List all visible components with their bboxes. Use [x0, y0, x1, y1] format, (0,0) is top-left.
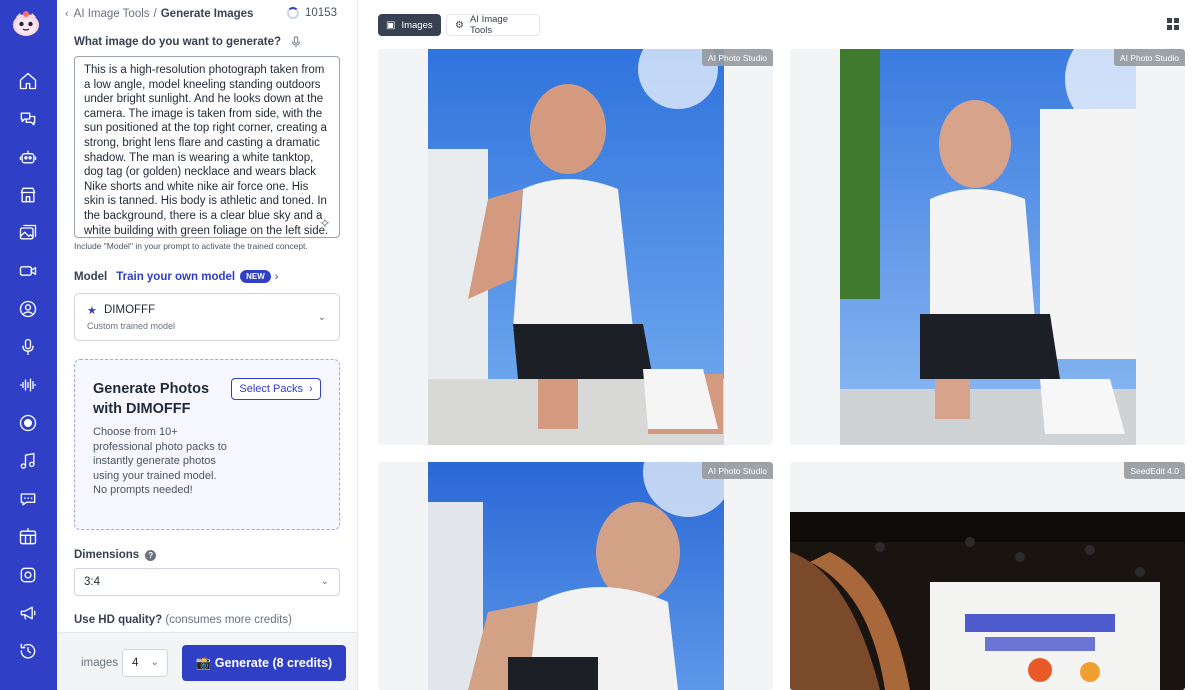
- dimensions-label: Dimensions: [74, 549, 140, 561]
- microphone-icon[interactable]: [17, 336, 39, 358]
- generate-button[interactable]: 📸 Generate (8 credits): [182, 645, 346, 681]
- generated-photo: [790, 512, 1185, 690]
- new-badge: NEW: [240, 270, 271, 283]
- breadcrumb-parent[interactable]: AI Image Tools: [74, 8, 150, 20]
- prompt-label-row: What image do you want to generate?: [74, 35, 303, 49]
- video-icon[interactable]: [17, 260, 39, 282]
- back-chevron-icon[interactable]: ‹: [65, 8, 69, 20]
- train-model-link[interactable]: Train your own model: [116, 271, 235, 283]
- chevron-down-icon: ⌄: [320, 576, 329, 587]
- image-icon: ▣: [386, 19, 396, 31]
- loading-spinner-icon: [287, 7, 299, 19]
- help-icon[interactable]: ?: [145, 549, 157, 561]
- generated-photo: [428, 49, 724, 445]
- promo-description: Choose from 10+ professional photo packs…: [93, 426, 227, 497]
- chat-icon[interactable]: [17, 108, 39, 130]
- generated-photo: [840, 49, 1136, 445]
- store-icon[interactable]: [17, 184, 39, 206]
- select-packs-button[interactable]: Select Packs ›: [231, 378, 321, 400]
- tab-images-label: Images: [401, 19, 433, 31]
- enhance-prompt-sparkle-icon[interactable]: ✧: [319, 215, 331, 232]
- app-root: ‹ AI Image Tools / Generate Images 10153…: [0, 0, 1199, 690]
- generate-panel: ‹ AI Image Tools / Generate Images 10153…: [57, 0, 358, 690]
- gallery-area: ▣ Images ⚙ AI Image Tools AI Photo Studi…: [358, 0, 1199, 690]
- chevron-right-icon[interactable]: ›: [275, 271, 279, 283]
- logo-icon[interactable]: [11, 10, 41, 38]
- sidebar: [0, 0, 57, 690]
- credits-value: 10153: [305, 7, 337, 19]
- tab-ai-image-tools[interactable]: ⚙ AI Image Tools: [446, 14, 540, 36]
- hd-extra: (consumes more credits): [165, 614, 292, 626]
- gallery-card[interactable]: AI Photo Studio: [378, 49, 773, 445]
- home-icon[interactable]: [17, 70, 39, 92]
- breadcrumb: ‹ AI Image Tools / Generate Images: [65, 6, 253, 22]
- model-badge: AI Photo Studio: [701, 49, 773, 66]
- breadcrumb-current: Generate Images: [160, 8, 254, 20]
- gallery-card[interactable]: AI Photo Studio: [790, 49, 1185, 445]
- promo-title: Generate Photos with DIMOFFF: [93, 381, 210, 417]
- gallery-card[interactable]: SeedEdit 4.0: [790, 462, 1185, 690]
- waveform-icon[interactable]: [17, 374, 39, 396]
- prompt-hint: Include "Model" in your prompt to activa…: [74, 241, 308, 251]
- grid-add-icon[interactable]: [17, 526, 39, 548]
- chevron-down-icon: ⌄: [317, 312, 326, 323]
- credits-counter: 10153: [287, 7, 337, 19]
- generate-footer: images 4 ⌄ 📸 Generate (8 credits): [57, 632, 357, 690]
- dimensions-value: 3:4: [84, 576, 100, 588]
- tools-icon: ⚙: [455, 19, 464, 31]
- model-select[interactable]: ★ DIMOFFF Custom trained model ⌄: [74, 293, 340, 341]
- camera-icon[interactable]: [17, 564, 39, 586]
- model-badge: SeedEdit 4.0: [1124, 462, 1185, 479]
- model-label: Model: [74, 270, 108, 283]
- prompt-label: What image do you want to generate?: [74, 36, 282, 48]
- dimensions-label-row: Dimensions ?: [74, 549, 157, 561]
- model-row: Model Train your own model NEW ›: [74, 270, 278, 283]
- chevron-right-icon: ›: [308, 383, 313, 395]
- model-badge: AI Photo Studio: [701, 462, 773, 479]
- model-name: DIMOFFF: [104, 304, 156, 316]
- images-count-label: images: [81, 657, 119, 669]
- record-icon[interactable]: [17, 412, 39, 434]
- megaphone-icon[interactable]: [17, 602, 39, 624]
- star-icon: ★: [87, 305, 97, 317]
- images-count-value: 4: [132, 657, 139, 669]
- generated-photo: [428, 462, 724, 690]
- grid-view-icon[interactable]: [1167, 18, 1179, 30]
- images-icon[interactable]: [17, 222, 39, 244]
- prompt-textarea[interactable]: This is a high-resolution photograph tak…: [74, 56, 340, 238]
- dictate-microphone-icon[interactable]: [289, 35, 303, 49]
- breadcrumb-separator: /: [153, 8, 157, 20]
- robot-icon[interactable]: [17, 146, 39, 168]
- avatar-icon[interactable]: [17, 298, 39, 320]
- dimensions-select[interactable]: 3:4 ⌄: [74, 568, 340, 596]
- photo-packs-promo: Generate Photos with DIMOFFF Select Pack…: [74, 359, 340, 530]
- select-packs-label: Select Packs: [239, 383, 303, 395]
- chat-bubble-icon[interactable]: [17, 488, 39, 510]
- tab-tools-label: AI Image Tools: [469, 14, 508, 36]
- gallery-card[interactable]: AI Photo Studio: [378, 462, 773, 690]
- images-count-select[interactable]: 4 ⌄: [122, 649, 168, 677]
- music-icon[interactable]: [17, 450, 39, 472]
- history-icon[interactable]: [17, 640, 39, 662]
- hd-quality-label: Use HD quality? (consumes more credits): [74, 614, 292, 626]
- tab-images[interactable]: ▣ Images: [378, 14, 441, 36]
- hd-label: Use HD quality?: [74, 614, 163, 626]
- model-badge: AI Photo Studio: [1113, 49, 1185, 66]
- model-subtitle: Custom trained model: [87, 321, 176, 331]
- chevron-down-icon: ⌄: [150, 657, 159, 668]
